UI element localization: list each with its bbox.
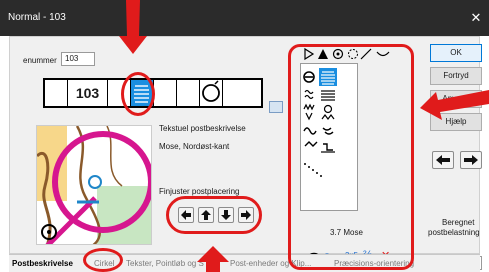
- red-annotation-arrows: [119, 0, 489, 272]
